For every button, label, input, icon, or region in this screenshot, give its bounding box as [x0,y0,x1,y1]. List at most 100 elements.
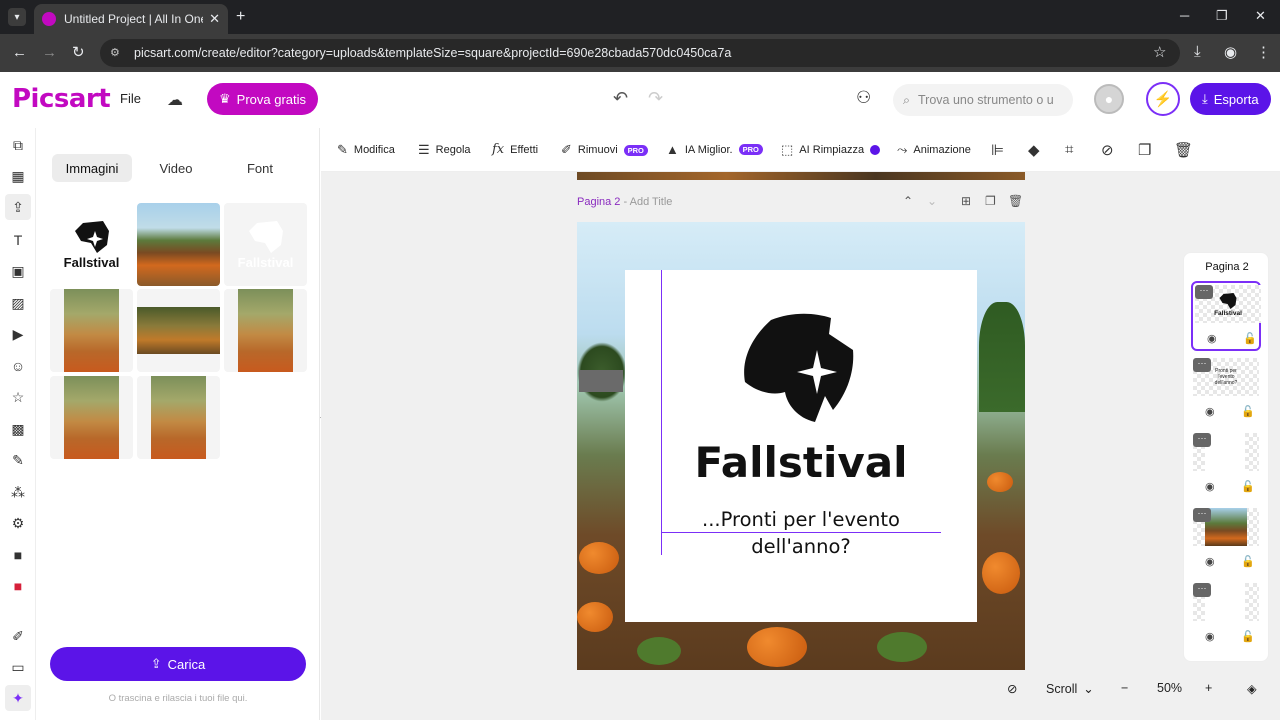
backgrounds-icon[interactable]: ▩ [9,420,27,438]
tab-font[interactable]: Font [220,154,300,182]
eye-icon[interactable]: ◉ [1207,332,1217,345]
video-icon[interactable]: ▶ [9,325,27,343]
crop-icon[interactable]: ⌗ [1065,141,1073,158]
zoom-out-icon[interactable]: − [1121,681,1128,695]
layer-item-background[interactable]: ··· ◉ 🔓 [1191,581,1261,651]
undo-icon[interactable]: ↶ [613,88,628,109]
ai-rimpiazza-tool[interactable]: ⬚ AI Rimpiazza [781,142,881,158]
add-page-icon[interactable]: ⊞ [961,194,971,208]
upload-thumb-dog-1[interactable] [50,289,133,372]
minimize-icon[interactable]: ─ [1180,8,1189,23]
avatar[interactable]: ● [1094,84,1124,114]
modifica-tool[interactable]: ✎ Modifica [337,142,395,158]
folder-icon[interactable]: ▭ [9,658,27,676]
lock-icon[interactable]: 🔓 [1241,480,1255,493]
new-tab-icon[interactable]: + [236,8,245,26]
upload-thumb-pumpkin-field[interactable] [137,203,220,286]
tool-search-input[interactable]: ⌕ Trova uno strumento o u [893,84,1073,116]
add-collaborator-icon[interactable]: ⚇ [856,88,871,108]
effetti-tool[interactable]: fx Effetti [492,142,538,157]
layer-item-text[interactable]: Pronti per l'evento dell'anno? ··· ◉ 🔓 [1191,356,1261,426]
page-up-icon[interactable]: ⌃ [903,194,913,208]
reload-icon[interactable]: ↻ [72,44,85,62]
eye-icon[interactable]: ◉ [1205,555,1215,568]
uploads-icon[interactable]: ⇪ [5,194,31,220]
eye-icon[interactable]: ◉ [1205,480,1215,493]
upgrade-icon[interactable]: ⚡ [1146,82,1180,116]
redo-icon[interactable]: ↷ [648,88,663,109]
hide-icon[interactable]: ⊘ [1007,681,1017,696]
upload-thumb-logo-white[interactable]: Fallstival [224,203,307,286]
fallstival-logo-mark-icon[interactable] [741,310,861,426]
favorites-icon[interactable]: ☆ [9,388,27,406]
zoom-level[interactable]: 50% [1157,681,1182,695]
url-bar[interactable]: ⚙ picsart.com/create/editor?category=upl… [100,39,1180,67]
prova-gratis-button[interactable]: ♛ Prova gratis [207,83,319,115]
duplicate-icon[interactable]: ❐ [1138,141,1151,159]
add-title-input[interactable]: Add Title [630,196,673,208]
lock-icon[interactable]: 🔓 [1243,332,1257,345]
lock-icon[interactable]: 🔓 [1241,555,1255,568]
site-info-icon[interactable]: ⚙ [110,46,124,60]
lock-icon[interactable]: 🔓 [1241,405,1255,418]
bookmark-star-icon[interactable]: ☆ [1153,43,1166,61]
duplicate-page-icon[interactable]: ❐ [985,194,996,208]
maximize-icon[interactable]: ❐ [1216,8,1228,24]
page-down-icon[interactable]: ⌄ [927,194,937,208]
ia-miglior-tool[interactable]: ▲ IA Miglior. PRO [666,142,763,157]
rimuovi-tool[interactable]: ✐ Rimuovi PRO [561,142,648,158]
elements-icon[interactable]: ▣ [9,262,27,280]
zoom-in-icon[interactable]: + [1205,681,1212,695]
stickers-icon[interactable]: ☺ [9,357,27,375]
more-icon[interactable]: ··· [1193,358,1211,372]
ai-assistant-icon[interactable]: ✦ [5,685,31,711]
more-icon[interactable]: ··· [1195,285,1213,299]
fill-icon[interactable]: ◆ [1028,141,1040,159]
logo-card[interactable]: Fallstival ...Pronti per l'evento dell'a… [625,270,977,622]
more-icon[interactable]: ··· [1193,583,1211,597]
upload-thumb-dog-2[interactable] [224,289,307,372]
apps-icon[interactable]: ⁂ [9,483,27,501]
art-title[interactable]: Fallstival [625,438,977,487]
edit-icon[interactable]: ✐ [9,627,27,645]
animazione-tool[interactable]: ⤳ Animazione [897,142,971,158]
tab-immagini[interactable]: Immagini [52,154,132,182]
text-icon[interactable]: T [9,231,27,249]
window-close-icon[interactable]: ✕ [1255,8,1266,24]
tab-video[interactable]: Video [136,154,216,182]
upload-thumb-dog-4[interactable] [137,376,220,459]
regola-tool[interactable]: ☰ Regola [418,142,471,158]
lock-icon[interactable]: 🔓 [1241,630,1255,643]
flip-icon[interactable]: ⊘ [1101,141,1114,159]
align-icon[interactable]: ⊫ [991,141,1004,159]
layouts-icon[interactable]: ▦ [9,167,27,185]
browser-tab[interactable]: Untitled Project | All In One We ✕ [34,4,228,34]
chrome-menu-icon[interactable]: ⋮ [1256,43,1271,61]
brand-kit-icon[interactable]: ⚙ [9,514,27,532]
upload-thumb-children-pumpkins[interactable] [137,289,220,372]
download-icon[interactable]: ⤓ [1194,43,1201,60]
picsart-logo[interactable]: Picsart [12,84,111,114]
layer-item-logo[interactable]: Fallstival ··· ◉ 🔓 [1191,281,1261,351]
app-integration-icon[interactable]: ■ [9,546,27,564]
upload-thumb-dog-3[interactable] [50,376,133,459]
delete-icon[interactable]: 🗑 [1174,141,1193,159]
plugin-icon[interactable]: ■ [9,577,27,595]
eye-icon[interactable]: ◉ [1205,630,1215,643]
artboard[interactable]: Fallstival ...Pronti per l'evento dell'a… [577,222,1025,670]
tab-search-dropdown-icon[interactable]: ▾ [8,8,26,26]
scroll-select[interactable]: Scroll ⌄ [1046,681,1094,697]
more-icon[interactable]: ··· [1193,433,1211,447]
layer-item-photo[interactable]: ··· ◉ 🔓 [1191,506,1261,576]
cloud-icon[interactable]: ☁ [167,90,183,110]
upload-thumb-logo[interactable]: Fallstival [50,203,133,286]
delete-page-icon[interactable]: 🗑 [1008,194,1023,208]
forward-icon[interactable]: → [42,44,57,62]
profile-icon[interactable]: ◉ [1224,43,1237,61]
layer-item-white-box[interactable]: ··· ◉ 🔓 [1191,431,1261,501]
esporta-button[interactable]: ⤓ Esporta [1190,83,1271,115]
layers-icon[interactable]: ◈ [1247,681,1257,696]
eye-icon[interactable]: ◉ [1205,405,1215,418]
photos-icon[interactable]: ▨ [9,294,27,312]
templates-icon[interactable]: ⧉ [9,136,27,154]
